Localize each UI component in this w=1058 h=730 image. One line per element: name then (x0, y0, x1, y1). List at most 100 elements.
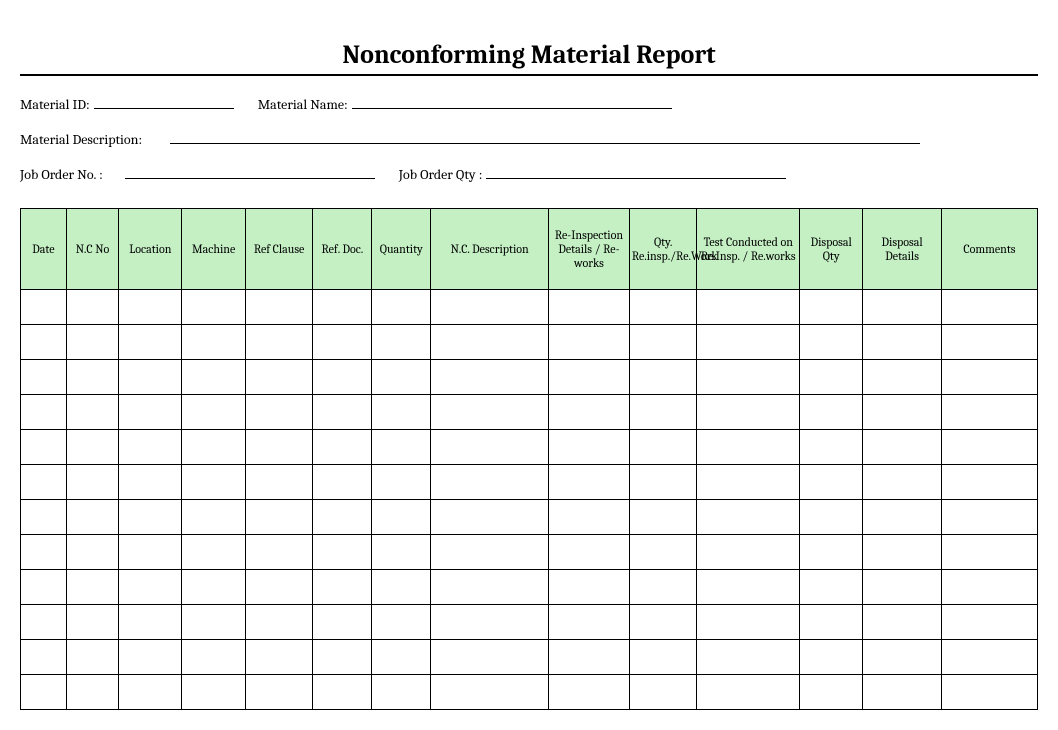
table-cell[interactable] (245, 360, 313, 395)
table-cell[interactable] (66, 325, 118, 360)
table-cell[interactable] (119, 570, 182, 605)
table-cell[interactable] (697, 465, 800, 500)
table-cell[interactable] (863, 360, 942, 395)
table-cell[interactable] (21, 570, 67, 605)
table-cell[interactable] (629, 360, 697, 395)
table-cell[interactable] (119, 325, 182, 360)
table-cell[interactable] (119, 290, 182, 325)
table-cell[interactable] (245, 640, 313, 675)
table-cell[interactable] (431, 640, 549, 675)
table-cell[interactable] (863, 605, 942, 640)
blank-job-order-no[interactable] (125, 164, 375, 179)
table-cell[interactable] (372, 570, 431, 605)
table-cell[interactable] (549, 290, 630, 325)
table-cell[interactable] (21, 535, 67, 570)
table-cell[interactable] (629, 535, 697, 570)
table-cell[interactable] (629, 465, 697, 500)
table-cell[interactable] (119, 360, 182, 395)
table-cell[interactable] (941, 325, 1037, 360)
table-cell[interactable] (431, 605, 549, 640)
table-cell[interactable] (863, 395, 942, 430)
table-cell[interactable] (245, 465, 313, 500)
table-cell[interactable] (313, 605, 372, 640)
table-cell[interactable] (941, 570, 1037, 605)
table-cell[interactable] (941, 290, 1037, 325)
table-cell[interactable] (941, 430, 1037, 465)
table-cell[interactable] (800, 640, 863, 675)
table-cell[interactable] (372, 675, 431, 710)
table-cell[interactable] (372, 640, 431, 675)
table-cell[interactable] (863, 430, 942, 465)
table-cell[interactable] (800, 570, 863, 605)
table-cell[interactable] (941, 395, 1037, 430)
table-cell[interactable] (372, 395, 431, 430)
table-cell[interactable] (119, 465, 182, 500)
table-cell[interactable] (697, 395, 800, 430)
table-cell[interactable] (313, 640, 372, 675)
table-cell[interactable] (629, 430, 697, 465)
table-cell[interactable] (21, 325, 67, 360)
table-cell[interactable] (863, 465, 942, 500)
table-cell[interactable] (863, 535, 942, 570)
table-cell[interactable] (863, 500, 942, 535)
table-cell[interactable] (313, 360, 372, 395)
table-cell[interactable] (431, 395, 549, 430)
table-cell[interactable] (21, 605, 67, 640)
table-cell[interactable] (182, 675, 245, 710)
table-cell[interactable] (182, 290, 245, 325)
table-cell[interactable] (66, 675, 118, 710)
table-cell[interactable] (21, 465, 67, 500)
table-cell[interactable] (21, 500, 67, 535)
table-cell[interactable] (182, 570, 245, 605)
table-cell[interactable] (66, 360, 118, 395)
table-cell[interactable] (629, 675, 697, 710)
table-cell[interactable] (119, 535, 182, 570)
table-cell[interactable] (800, 605, 863, 640)
table-cell[interactable] (245, 325, 313, 360)
table-cell[interactable] (941, 640, 1037, 675)
table-cell[interactable] (182, 395, 245, 430)
table-cell[interactable] (66, 640, 118, 675)
blank-job-order-qty[interactable] (486, 164, 786, 179)
table-cell[interactable] (119, 640, 182, 675)
table-cell[interactable] (941, 465, 1037, 500)
table-cell[interactable] (549, 500, 630, 535)
blank-material-desc[interactable] (170, 129, 920, 144)
table-cell[interactable] (21, 640, 67, 675)
table-cell[interactable] (182, 465, 245, 500)
table-cell[interactable] (697, 325, 800, 360)
table-cell[interactable] (66, 430, 118, 465)
table-cell[interactable] (431, 675, 549, 710)
table-cell[interactable] (66, 500, 118, 535)
table-cell[interactable] (431, 325, 549, 360)
table-cell[interactable] (372, 290, 431, 325)
table-cell[interactable] (629, 500, 697, 535)
table-cell[interactable] (21, 675, 67, 710)
table-cell[interactable] (941, 535, 1037, 570)
table-cell[interactable] (182, 605, 245, 640)
table-cell[interactable] (182, 430, 245, 465)
table-cell[interactable] (549, 395, 630, 430)
table-cell[interactable] (629, 570, 697, 605)
table-cell[interactable] (431, 535, 549, 570)
table-cell[interactable] (549, 675, 630, 710)
table-cell[interactable] (549, 325, 630, 360)
table-cell[interactable] (372, 430, 431, 465)
table-cell[interactable] (697, 290, 800, 325)
table-cell[interactable] (800, 395, 863, 430)
table-cell[interactable] (313, 430, 372, 465)
table-cell[interactable] (549, 605, 630, 640)
table-cell[interactable] (629, 290, 697, 325)
table-cell[interactable] (549, 465, 630, 500)
table-cell[interactable] (431, 430, 549, 465)
table-cell[interactable] (800, 465, 863, 500)
table-cell[interactable] (629, 395, 697, 430)
table-cell[interactable] (800, 675, 863, 710)
table-cell[interactable] (697, 605, 800, 640)
table-cell[interactable] (313, 675, 372, 710)
table-cell[interactable] (629, 325, 697, 360)
table-cell[interactable] (431, 290, 549, 325)
table-cell[interactable] (372, 325, 431, 360)
table-cell[interactable] (697, 570, 800, 605)
table-cell[interactable] (245, 605, 313, 640)
